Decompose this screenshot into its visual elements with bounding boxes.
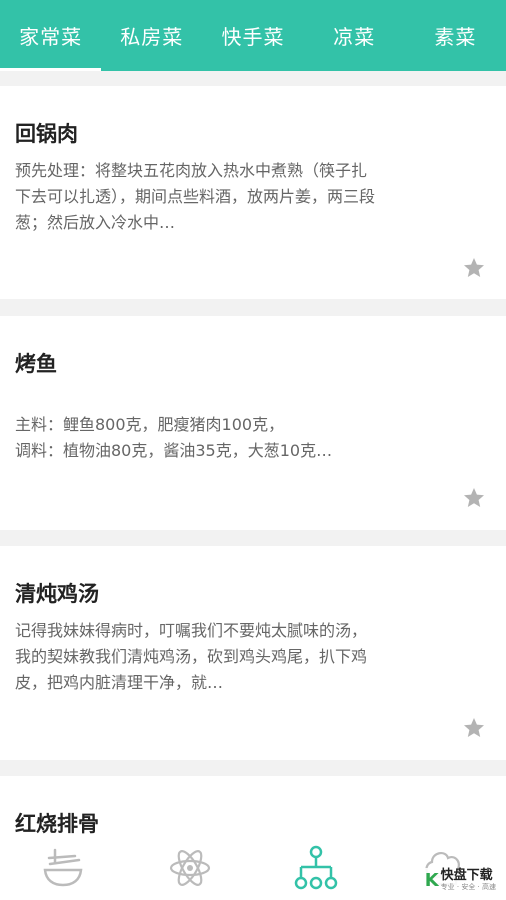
atom-icon — [169, 849, 210, 886]
nav-discover[interactable] — [127, 835, 254, 900]
nav-home[interactable] — [0, 835, 127, 900]
recipe-card[interactable]: 烤鱼 主料：鲤鱼800克，肥瘦猪肉100克， 调料：植物油80克，酱油35克，大… — [0, 316, 506, 530]
recipe-card[interactable]: 清炖鸡汤 记得我妹妹得病时，叮嘱我们不要炖太腻味的汤，我的契妹教我们清炖鸡汤，砍… — [0, 546, 506, 760]
favorite-star-icon[interactable] — [462, 716, 486, 740]
site-watermark-logo: K 快盘下载 专业 · 安全 · 高速 — [420, 868, 500, 892]
watermark-subtitle: 专业 · 安全 · 高速 — [440, 883, 496, 891]
tab-sifangcai[interactable]: 私房菜 — [101, 0, 202, 71]
watermark-k-icon: K — [424, 869, 439, 891]
recipe-title: 烤鱼 — [15, 352, 57, 376]
hierarchy-icon — [295, 845, 338, 889]
recipe-description: 记得我妹妹得病时，叮嘱我们不要炖太腻味的汤，我的契妹教我们清炖鸡汤，砍到鸡头鸡尾… — [15, 621, 368, 692]
favorite-star-icon[interactable] — [462, 486, 486, 510]
recipe-description: 主料：鲤鱼800克，肥瘦猪肉100克， 调料：植物油80克，酱油35克，大葱10… — [15, 415, 333, 460]
category-tabs: 家常菜 私房菜 快手菜 凉菜 素菜 — [0, 0, 506, 71]
tab-kuaishoucai[interactable]: 快手菜 — [202, 0, 303, 71]
tab-liangcai[interactable]: 凉菜 — [304, 0, 405, 71]
recipe-title: 红烧排骨 — [15, 812, 99, 836]
favorite-star-icon[interactable] — [462, 256, 486, 280]
recipe-title: 回锅肉 — [15, 122, 78, 146]
bowl-icon — [43, 848, 83, 886]
tab-jiachangcai[interactable]: 家常菜 — [0, 0, 102, 71]
nav-categories[interactable] — [253, 835, 380, 900]
recipe-card[interactable]: 回锅肉 预先处理：将整块五花肉放入热水中煮熟（筷子扎下去可以扎透），期间点些料酒… — [0, 86, 506, 299]
tab-sucai[interactable]: 素菜 — [405, 0, 506, 71]
recipe-title: 清炖鸡汤 — [15, 582, 99, 606]
watermark-title: 快盘下载 — [440, 868, 493, 883]
recipe-description: 预先处理：将整块五花肉放入热水中煮熟（筷子扎下去可以扎透），期间点些料酒，放两片… — [15, 161, 376, 232]
